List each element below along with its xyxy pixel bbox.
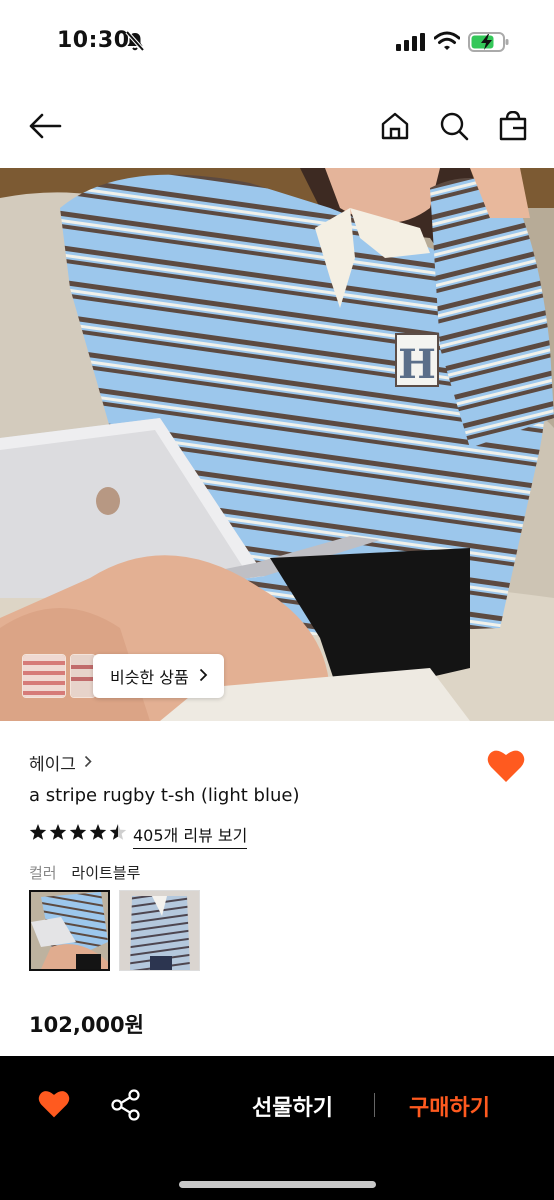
status-time: 10:30 (57, 28, 130, 53)
reviews-link[interactable]: 405개 리뷰 보기 (133, 822, 248, 849)
back-button[interactable] (27, 108, 63, 144)
shopping-bag-icon (499, 111, 527, 141)
chevron-right-icon (84, 754, 92, 772)
brand-name: 헤이그 (29, 755, 76, 775)
top-navigation (0, 84, 554, 168)
brand-link[interactable]: 헤이그 (29, 750, 92, 775)
wishlist-heart-button[interactable] (487, 748, 525, 784)
bell-off-icon (124, 30, 146, 56)
svg-text:H: H (398, 341, 436, 388)
color-swatch-alt[interactable] (119, 890, 200, 971)
product-main-image[interactable]: H (0, 168, 554, 721)
home-icon (381, 112, 409, 140)
star-icon (69, 824, 87, 840)
similar-products-button[interactable]: 비슷한 상품 (93, 654, 224, 698)
color-value: 라이트블루 (71, 864, 141, 882)
similar-thumbnail-1[interactable] (22, 654, 66, 698)
gift-button[interactable]: 선물하기 (252, 1090, 333, 1122)
buy-button[interactable]: 구매하기 (409, 1090, 490, 1122)
share-button[interactable] (110, 1089, 142, 1121)
button-divider (374, 1093, 375, 1117)
battery-charging-icon (468, 31, 510, 57)
product-name: a stripe rugby t-sh (light blue) (29, 785, 300, 806)
home-indicator[interactable] (179, 1181, 376, 1188)
back-arrow-icon (29, 113, 62, 139)
bottom-wishlist-button[interactable] (38, 1089, 70, 1119)
heart-icon (38, 1091, 70, 1118)
color-swatch-light-blue[interactable] (29, 890, 110, 971)
wifi-icon (433, 31, 461, 55)
star-rating (29, 822, 129, 842)
cart-button[interactable] (495, 108, 531, 144)
chevron-right-icon (199, 667, 208, 686)
similar-products-label: 비슷한 상품 (110, 668, 189, 687)
signal-icon (396, 33, 426, 55)
heart-icon (487, 750, 525, 782)
share-icon (111, 1089, 140, 1121)
star-icon (89, 824, 107, 840)
home-button[interactable] (377, 108, 413, 144)
status-bar: 10:30 (0, 0, 554, 84)
star-icon (49, 824, 67, 840)
search-button[interactable] (436, 108, 472, 144)
product-price: 102,000원 (29, 1013, 144, 1037)
color-label: 컬러 (29, 864, 57, 882)
star-icon (109, 824, 127, 840)
color-option-row: 컬러 라이트블루 (29, 862, 140, 883)
star-icon (29, 824, 47, 840)
bottom-action-bar: 선물하기 구매하기 (0, 1056, 554, 1200)
search-icon (440, 112, 469, 141)
